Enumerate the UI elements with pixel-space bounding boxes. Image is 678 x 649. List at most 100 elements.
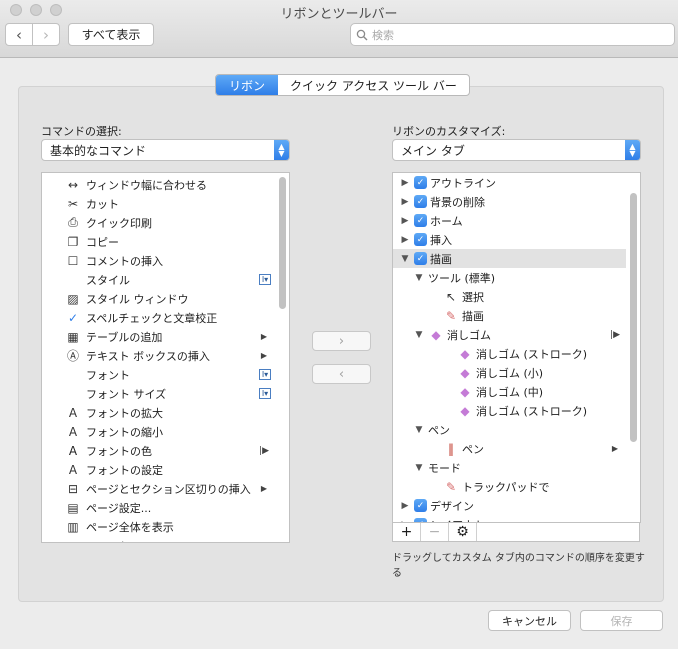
disclosure-closed-icon[interactable]: ▶ (399, 178, 411, 188)
tree-item[interactable]: ✎ トラックパッドで (393, 477, 626, 496)
list-item[interactable]: ✓ スペルチェックと文章校正 (42, 308, 289, 327)
search-input[interactable]: 検索 (350, 23, 675, 46)
list-item[interactable]: A フォントの拡大 (42, 403, 289, 422)
ribbon-tree[interactable]: ▶ ✓ アウトライン ▶ ✓ 背景の削除 ▶ ✓ ホーム ▶ ✓ 挿入 ▼ ✓ 描画 ▼ ツール (標準) ↖ 選択… (392, 172, 641, 523)
show-all-button[interactable]: すべて表示 (68, 23, 154, 46)
tree-item[interactable]: ▼ ペン (393, 420, 626, 439)
tree-item[interactable]: ↖ 選択 (393, 287, 626, 306)
ribbon-tabs-dropdown-value: メイン タブ (401, 143, 465, 158)
cancel-button[interactable]: キャンセル (488, 610, 571, 631)
back-button[interactable]: ‹ (6, 24, 32, 45)
list-item[interactable]: ⎙ クイック印刷 (42, 213, 289, 232)
tree-item[interactable]: ▶ ✓ ホーム (393, 211, 626, 230)
list-item-label: スペルチェックと文章校正 (86, 311, 218, 325)
commands-list[interactable]: ↔ ウィンドウ幅に合わせる ✂ カット ⎙ クイック印刷 ❐ コピー ☐ コメントの挿入 スタイル I… (41, 172, 290, 543)
disclosure-open-icon[interactable]: ▼ (413, 330, 425, 340)
list-item[interactable]: フォント サイズ I▾ (42, 384, 289, 403)
tree-item[interactable]: ▼ ツール (標準) (393, 268, 626, 287)
tree-item-label: 選択 (462, 290, 484, 304)
list-item[interactable]: ⊟ ページとセクション区切りの挿入 ▶ (42, 479, 289, 498)
remove-tab-button[interactable]: − (421, 523, 449, 541)
tree-item[interactable]: ▼ モード (393, 458, 626, 477)
hint-text: ドラッグしてカスタム タブ内のコマンドの順序を変更する (392, 553, 645, 579)
forward-button[interactable]: › (32, 24, 59, 45)
list-item[interactable]: スタイル I▾ (42, 270, 289, 289)
disclosure-closed-icon[interactable]: ▶ (399, 216, 411, 226)
tree-item-label: 挿入 (430, 233, 452, 247)
gear-icon[interactable]: ⚙ (449, 523, 477, 541)
list-item[interactable]: A フォントの色 |▶ (42, 441, 289, 460)
list-item[interactable]: ❐ コピー (42, 232, 289, 251)
ribbon-scrollbar[interactable] (630, 193, 637, 442)
list-item[interactable]: ▨ スタイル ウィンドウ (42, 289, 289, 308)
list-item-label: テーブルの追加 (86, 330, 163, 344)
tree-item-label: ツール (標準) (428, 271, 496, 285)
list-item[interactable]: A フォントの設定 (42, 460, 289, 479)
blank-icon (65, 272, 81, 288)
list-item[interactable]: フォント I▾ (42, 365, 289, 384)
cursor-icon: ↖ (445, 289, 457, 304)
list-item[interactable]: ▣ ペースト (42, 536, 289, 543)
tree-item-label: 消しゴム (447, 328, 491, 342)
disclosure-closed-icon[interactable]: ▶ (399, 197, 411, 207)
list-item[interactable]: ☐ コメントの挿入 (42, 251, 289, 270)
tree-item[interactable]: ▶ ✓ 背景の削除 (393, 192, 626, 211)
tree-item[interactable]: ‖ ペン ▶ (393, 439, 626, 458)
tree-item[interactable]: ◆ 消しゴム (ストローク) (393, 344, 626, 363)
disclosure-open-icon[interactable]: ▼ (399, 254, 411, 264)
list-item[interactable]: ▦ テーブルの追加 ▶ (42, 327, 289, 346)
page-setup-icon: ▤ (67, 500, 79, 515)
checkbox[interactable]: ✓ (414, 214, 427, 227)
ribbon-tabs-dropdown[interactable]: メイン タブ ▲ ▼ (392, 139, 641, 161)
add-command-button[interactable]: › (312, 331, 371, 351)
checkbox[interactable]: ✓ (414, 499, 427, 512)
tree-item[interactable]: ✎ 描画 (393, 306, 626, 325)
blank-icon (65, 386, 81, 402)
checkbox[interactable]: ✓ (414, 176, 427, 189)
tab-quick-access-toolbar[interactable]: クイック アクセス ツール バー (278, 75, 469, 95)
tree-item-label: 消しゴム (小) (476, 366, 544, 380)
checkbox[interactable]: ✓ (414, 195, 427, 208)
checkbox[interactable]: ✓ (414, 233, 427, 246)
list-item[interactable]: ✂ カット (42, 194, 289, 213)
pen-draw-icon: ✎ (445, 479, 457, 494)
list-item[interactable]: ↔ ウィンドウ幅に合わせる (42, 175, 289, 194)
tree-item-label: トラックパッドで (462, 480, 550, 494)
disclosure-open-icon[interactable]: ▼ (413, 425, 425, 435)
commands-dropdown-value: 基本的なコマンド (50, 143, 147, 158)
scissors-icon: ✂ (67, 196, 79, 211)
dropdown-arrows-icon: ▲ ▼ (274, 140, 289, 160)
tree-actions-bar: + − ⚙ (392, 522, 640, 542)
disclosure-closed-icon[interactable]: ▶ (399, 235, 411, 245)
tab-ribbon[interactable]: リボン (216, 75, 279, 95)
tree-item[interactable]: ▶ ✓ 挿入 (393, 230, 626, 249)
save-button[interactable]: 保存 (580, 610, 663, 631)
remove-command-button[interactable]: ‹ (312, 364, 371, 384)
disclosure-closed-icon[interactable]: ▶ (399, 501, 411, 511)
style-window-icon: ▨ (67, 291, 79, 306)
tree-item[interactable]: ◆ 消しゴム (ストローク) (393, 401, 626, 420)
input-control-icon: I▾ (259, 388, 271, 399)
list-item[interactable]: ▤ ページ設定... (42, 498, 289, 517)
list-item[interactable]: A フォントの縮小 (42, 422, 289, 441)
list-item[interactable]: Ⓐ テキスト ボックスの挿入 ▶ (42, 346, 289, 365)
checkbox[interactable]: ✓ (414, 252, 427, 265)
tree-item[interactable]: ◆ 消しゴム (小) (393, 363, 626, 382)
list-item[interactable]: ▥ ページ全体を表示 (42, 517, 289, 536)
customize-ribbon-label: リボンのカスタマイズ: (392, 125, 506, 138)
tree-item[interactable]: ▶ ✓ デザイン (393, 496, 626, 515)
font-settings-icon: A (68, 462, 78, 477)
tree-item[interactable]: ▶ ✓ アウトライン (393, 173, 626, 192)
disclosure-open-icon[interactable]: ▼ (413, 273, 425, 283)
search-icon (356, 29, 368, 40)
tree-item[interactable]: ▼ ✓ 描画 (393, 249, 626, 268)
tree-item[interactable]: ▼ ◆ 消しゴム |▶ (393, 325, 626, 344)
commands-dropdown[interactable]: 基本的なコマンド ▲ ▼ (41, 139, 290, 161)
textbox-icon: Ⓐ (66, 349, 79, 363)
commands-scrollbar[interactable] (279, 177, 286, 309)
list-item-label: スタイル ウィンドウ (86, 292, 189, 306)
disclosure-open-icon[interactable]: ▼ (413, 463, 425, 473)
tree-item[interactable]: ◆ 消しゴム (中) (393, 382, 626, 401)
add-tab-button[interactable]: + (393, 523, 421, 541)
list-item-label: フォントの色 (86, 444, 152, 458)
